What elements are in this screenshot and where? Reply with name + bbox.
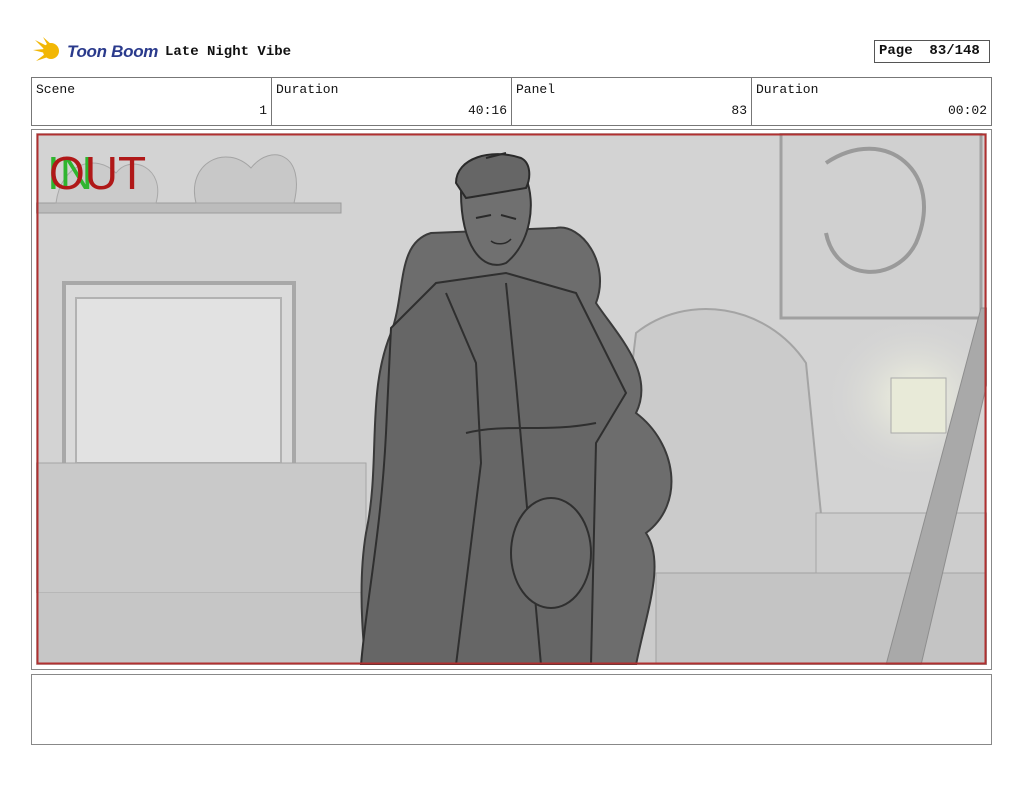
logo-text: Toon Boom xyxy=(67,42,159,61)
panel-caption-box xyxy=(31,674,992,745)
out-marker: OUT xyxy=(49,147,147,199)
page-label: Page xyxy=(879,43,913,59)
scene-duration-value: 40:16 xyxy=(467,103,507,118)
panel-value: 83 xyxy=(731,103,747,118)
panel-duration-cell: Duration 00:02 xyxy=(752,78,991,125)
panel-label: Panel xyxy=(516,82,556,97)
page-indicator: Page 83/148 xyxy=(874,40,990,63)
page-number: 83/148 xyxy=(929,43,980,59)
scene-label: Scene xyxy=(36,82,76,97)
storyboard-panel-image xyxy=(36,133,987,665)
panel-duration-label: Duration xyxy=(756,82,819,97)
panel-duration-value: 00:02 xyxy=(947,103,987,118)
info-row: Scene 1 Duration 40:16 Panel 83 Duration… xyxy=(31,77,992,126)
scene-duration-cell: Duration 40:16 xyxy=(272,78,512,125)
scene-cell: Scene 1 xyxy=(32,78,272,125)
project-title: Late Night Vibe xyxy=(165,44,292,60)
panel-cell: Panel 83 xyxy=(512,78,752,125)
scene-value: 1 xyxy=(259,103,267,118)
scene-duration-label: Duration xyxy=(276,82,339,97)
